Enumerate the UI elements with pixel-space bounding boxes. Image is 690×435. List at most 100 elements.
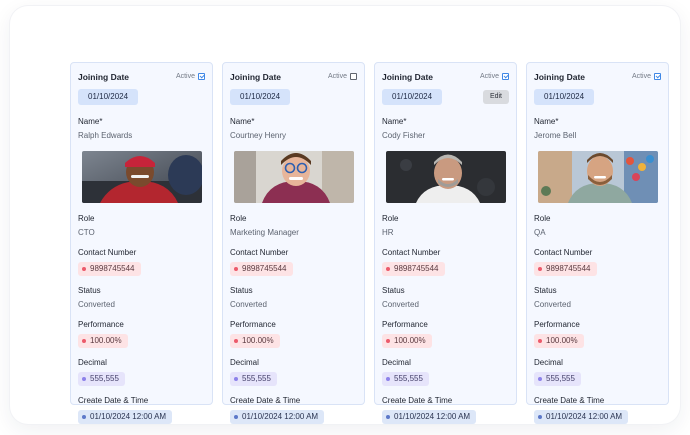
performance-badge: 100.00% (534, 334, 584, 348)
contact-label: Contact Number (534, 248, 593, 257)
status-label: Status (534, 286, 557, 295)
performance-label: Performance (78, 320, 124, 329)
active-toggle[interactable]: Active (632, 73, 661, 80)
role-label: Role (382, 214, 399, 223)
performance-value: 100.00% (394, 336, 426, 345)
create-datetime-value: 01/10/2024 12:00 AM (546, 412, 623, 421)
role-label: Role (78, 214, 95, 223)
status-value: Converted (382, 300, 419, 309)
create-datetime-badge: 01/10/2024 12:00 AM (382, 410, 477, 424)
active-label: Active (479, 73, 499, 80)
card-header: Joining Date Active (230, 63, 357, 90)
role-label: Role (534, 214, 551, 223)
active-toggle[interactable]: Active (328, 73, 357, 80)
joining-date-row: 01/10/2024 (534, 87, 661, 107)
name-label: Name* (534, 117, 559, 126)
active-toggle[interactable]: Active (480, 73, 509, 80)
joining-date-row: 01/10/2024 Edit (382, 87, 509, 107)
joining-date-value: 01/10/2024 (230, 89, 291, 105)
decimal-dot-icon (538, 377, 542, 381)
datetime-dot-icon (386, 415, 390, 419)
active-label: Active (631, 73, 651, 80)
performance-dot-icon (234, 339, 238, 343)
kanban-panel: Joining Date Active 01/10/2024 Name* Ral… (10, 6, 680, 424)
decimal-label: Decimal (382, 358, 411, 367)
create-datetime-label: Create Date & Time (230, 396, 301, 405)
role-value: Marketing Manager (230, 228, 299, 237)
name-label: Name* (78, 117, 103, 126)
active-checkbox[interactable] (350, 73, 357, 80)
create-datetime-label: Create Date & Time (78, 396, 149, 405)
name-value: Ralph Edwards (78, 131, 133, 140)
performance-label: Performance (534, 320, 580, 329)
performance-value: 100.00% (90, 336, 122, 345)
datetime-dot-icon (234, 415, 238, 419)
joining-date-row: 01/10/2024 (78, 87, 205, 107)
status-value: Converted (534, 300, 571, 309)
status-value: Converted (78, 300, 115, 309)
employee-card[interactable]: Joining Date Active 01/10/2024 Name* Cou… (222, 62, 365, 424)
contact-badge: 9898745544 (230, 262, 293, 276)
avatar-photo (82, 151, 202, 203)
contact-badge: 9898745544 (78, 262, 141, 276)
status-label: Status (382, 286, 405, 295)
decimal-badge: 555,555 (382, 372, 429, 386)
performance-dot-icon (82, 339, 86, 343)
joining-date-value: 01/10/2024 (534, 89, 595, 105)
joining-date-label: Joining Date (230, 71, 282, 82)
joining-date-label: Joining Date (382, 71, 434, 82)
performance-dot-icon (386, 339, 390, 343)
create-datetime-badge: 01/10/2024 12:00 AM (78, 410, 173, 424)
joining-date-label: Joining Date (78, 71, 130, 82)
contact-value: 9898745544 (90, 264, 135, 273)
create-datetime-label: Create Date & Time (534, 396, 605, 405)
active-checkbox[interactable] (654, 73, 661, 80)
datetime-dot-icon (538, 415, 542, 419)
status-label: Status (230, 286, 253, 295)
decimal-value: 555,555 (394, 374, 423, 383)
performance-badge: 100.00% (382, 334, 432, 348)
contact-value: 9898745544 (546, 264, 591, 273)
name-value: Courtney Henry (230, 131, 287, 140)
role-value: HR (382, 228, 394, 237)
joining-date-row: 01/10/2024 (230, 87, 357, 107)
decimal-label: Decimal (230, 358, 259, 367)
card-list: Joining Date Active 01/10/2024 Name* Ral… (70, 62, 669, 424)
active-checkbox[interactable] (198, 73, 205, 80)
employee-card[interactable]: Joining Date Active 01/10/2024 Edit Name… (374, 62, 517, 424)
contact-value: 9898745544 (242, 264, 287, 273)
contact-label: Contact Number (78, 248, 137, 257)
joining-date-value: 01/10/2024 (382, 89, 443, 105)
contact-value: 9898745544 (394, 264, 439, 273)
active-label: Active (327, 73, 347, 80)
role-label: Role (230, 214, 247, 223)
edit-button[interactable]: Edit (482, 90, 509, 104)
contact-dot-icon (386, 267, 390, 271)
create-datetime-value: 01/10/2024 12:00 AM (90, 412, 167, 421)
employee-card[interactable]: Joining Date Active 01/10/2024 Name* Jer… (526, 62, 669, 424)
active-checkbox[interactable] (502, 73, 509, 80)
active-toggle[interactable]: Active (176, 73, 205, 80)
decimal-label: Decimal (78, 358, 107, 367)
avatar-photo (538, 151, 658, 203)
performance-label: Performance (382, 320, 428, 329)
employee-card[interactable]: Joining Date Active 01/10/2024 Name* Ral… (70, 62, 213, 424)
status-label: Status (78, 286, 101, 295)
name-label: Name* (230, 117, 255, 126)
performance-value: 100.00% (546, 336, 578, 345)
role-value: QA (534, 228, 546, 237)
contact-dot-icon (538, 267, 542, 271)
name-value: Cody Fisher (382, 131, 426, 140)
name-label: Name* (382, 117, 407, 126)
card-header: Joining Date Active (382, 63, 509, 90)
name-value: Jerome Bell (534, 131, 577, 140)
decimal-badge: 555,555 (230, 372, 277, 386)
card-header: Joining Date Active (78, 63, 205, 90)
decimal-value: 555,555 (546, 374, 575, 383)
create-datetime-value: 01/10/2024 12:00 AM (242, 412, 319, 421)
joining-date-label: Joining Date (534, 71, 586, 82)
performance-dot-icon (538, 339, 542, 343)
role-value: CTO (78, 228, 95, 237)
create-datetime-value: 01/10/2024 12:00 AM (394, 412, 471, 421)
avatar-photo (234, 151, 354, 203)
